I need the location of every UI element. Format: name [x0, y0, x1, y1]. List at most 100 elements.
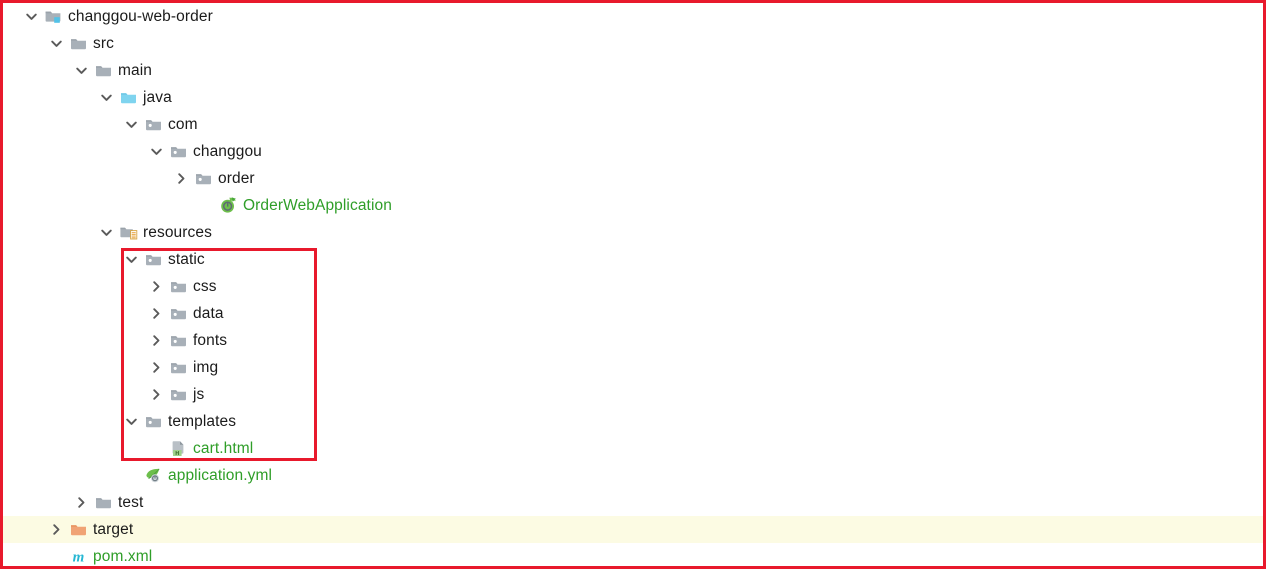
tree-row[interactable]: templates: [3, 408, 1263, 435]
tree-row[interactable]: target: [3, 516, 1263, 543]
tree-row[interactable]: main: [3, 57, 1263, 84]
chevron-down-icon[interactable]: [48, 35, 65, 52]
tree-node-label: OrderWebApplication: [243, 197, 392, 214]
tree-row[interactable]: com: [3, 111, 1263, 138]
tree-node-label: templates: [168, 413, 237, 430]
tree-row[interactable]: js: [3, 381, 1263, 408]
folder-orange-icon: [69, 520, 88, 539]
tree-row[interactable]: img: [3, 354, 1263, 381]
tree-row[interactable]: resources: [3, 219, 1263, 246]
chevron-down-icon[interactable]: [123, 413, 140, 430]
chevron-down-icon[interactable]: [73, 62, 90, 79]
tree-node-label: img: [193, 359, 219, 376]
chevron-right-icon[interactable]: [148, 386, 165, 403]
package-folder-icon: [144, 250, 163, 269]
package-folder-icon: [169, 385, 188, 404]
chevron-right-icon[interactable]: [148, 332, 165, 349]
tree-row[interactable]: m pom.xml: [3, 543, 1263, 566]
tree-row[interactable]: css: [3, 273, 1263, 300]
chevron-down-icon[interactable]: [23, 8, 40, 25]
package-folder-icon: [169, 304, 188, 323]
resources-folder-icon: [119, 223, 138, 242]
tree-row[interactable]: data: [3, 300, 1263, 327]
tree-node-label: order: [218, 170, 255, 187]
tree-row[interactable]: changgou-web-order: [3, 3, 1263, 30]
chevron-right-icon[interactable]: [173, 170, 190, 187]
tree-row[interactable]: java: [3, 84, 1263, 111]
tree-row[interactable]: src: [3, 30, 1263, 57]
tree-twisty-placeholder: [148, 440, 165, 457]
chevron-right-icon[interactable]: [148, 359, 165, 376]
tree-row[interactable]: test: [3, 489, 1263, 516]
tree-node-label: test: [118, 494, 144, 511]
tree-node-label: changgou: [193, 143, 262, 160]
chevron-right-icon[interactable]: [73, 494, 90, 511]
package-folder-icon: [194, 169, 213, 188]
package-folder-icon: [144, 115, 163, 134]
tree-row[interactable]: OrderWebApplication: [3, 192, 1263, 219]
chevron-down-icon[interactable]: [123, 116, 140, 133]
tree-node-label: java: [143, 89, 172, 106]
tree-node-label: js: [193, 386, 205, 403]
folder-cyan-icon: [119, 88, 138, 107]
tree-row[interactable]: fonts: [3, 327, 1263, 354]
tree-row[interactable]: changgou: [3, 138, 1263, 165]
spring-boot-run-icon: [219, 196, 238, 215]
chevron-down-icon[interactable]: [98, 89, 115, 106]
tree-node-label: com: [168, 116, 198, 133]
chevron-right-icon[interactable]: [48, 521, 65, 538]
tree-node-label: data: [193, 305, 224, 322]
tree-node-label: changgou-web-order: [68, 8, 213, 25]
tree-row[interactable]: order: [3, 165, 1263, 192]
tree-row[interactable]: application.yml: [3, 462, 1263, 489]
folder-gray-icon: [94, 493, 113, 512]
tree-node-label: main: [118, 62, 152, 79]
folder-gray-icon: [94, 61, 113, 80]
chevron-right-icon[interactable]: [148, 305, 165, 322]
tree-node-label: application.yml: [168, 467, 273, 484]
html-file-icon: H: [169, 439, 188, 458]
chevron-down-icon[interactable]: [98, 224, 115, 241]
tree-node-label: static: [168, 251, 205, 268]
package-folder-icon: [169, 277, 188, 296]
tree-row[interactable]: Hcart.html: [3, 435, 1263, 462]
module-folder-icon: [44, 7, 63, 26]
tree-node-label: target: [93, 521, 134, 538]
package-folder-icon: [144, 412, 163, 431]
package-folder-icon: [169, 358, 188, 377]
tree-node-label: pom.xml: [93, 548, 153, 565]
package-folder-icon: [169, 331, 188, 350]
folder-gray-icon: [69, 34, 88, 53]
tree-node-label: src: [93, 35, 114, 52]
tree-row[interactable]: static: [3, 246, 1263, 273]
svg-text:H: H: [175, 451, 179, 457]
tree-node-label: fonts: [193, 332, 228, 349]
spring-yaml-icon: [144, 466, 163, 485]
project-tree-root: changgou-web-order src main java com changgou…: [3, 3, 1263, 566]
package-folder-icon: [169, 142, 188, 161]
chevron-right-icon[interactable]: [148, 278, 165, 295]
svg-text:m: m: [73, 550, 85, 566]
chevron-down-icon[interactable]: [123, 251, 140, 268]
chevron-down-icon[interactable]: [148, 143, 165, 160]
project-tool-window: changgou-web-order src main java com changgou…: [0, 0, 1266, 569]
tree-twisty-placeholder: [123, 467, 140, 484]
